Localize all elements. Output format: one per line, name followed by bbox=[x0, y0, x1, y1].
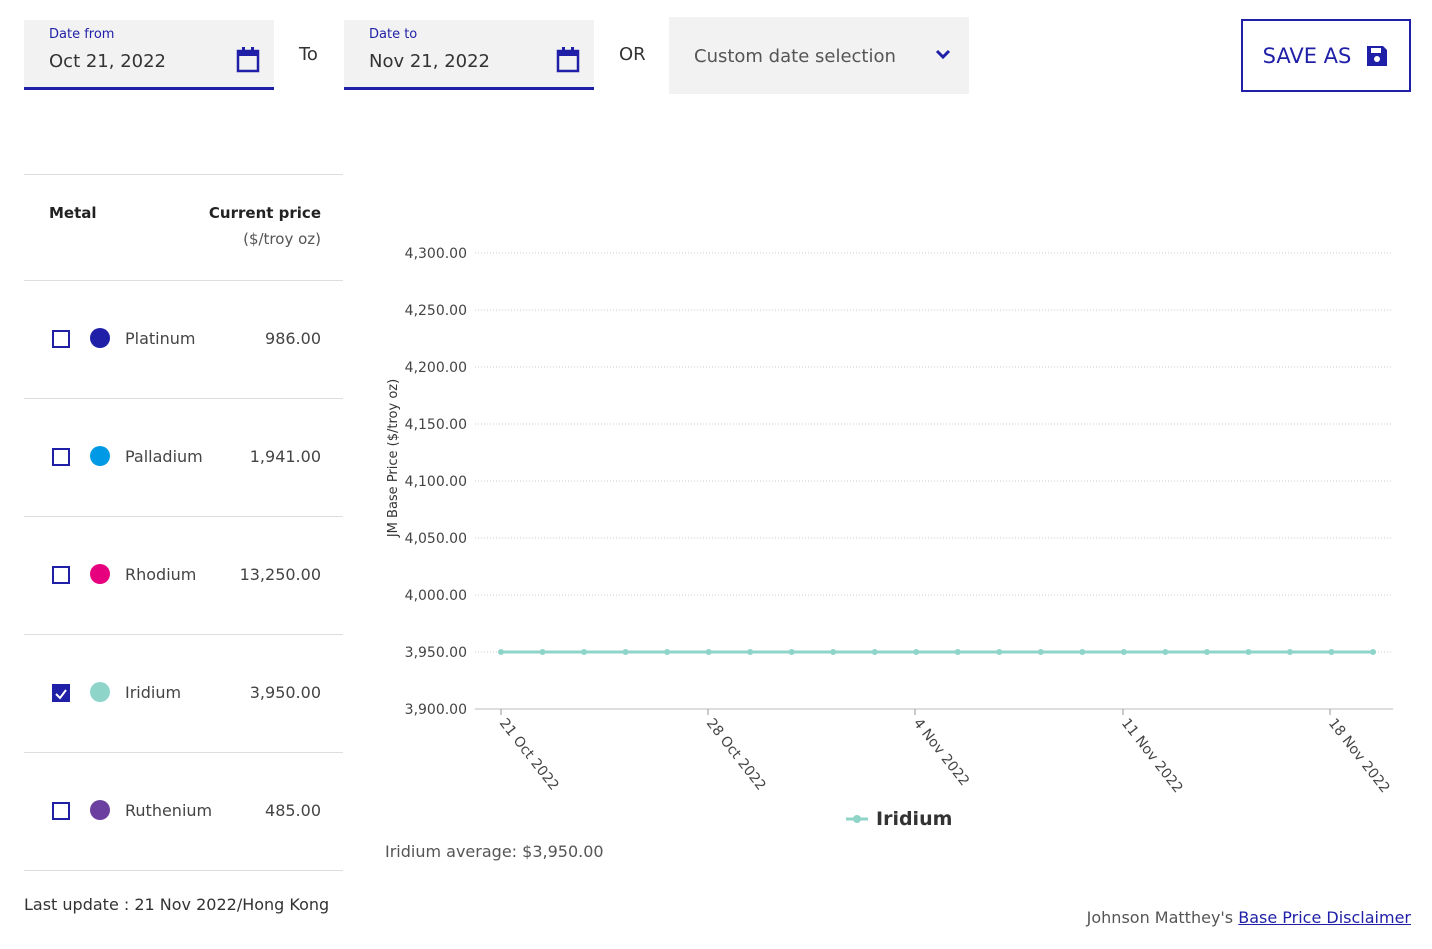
metal-price: 986.00 bbox=[265, 329, 321, 348]
save-icon bbox=[1367, 45, 1388, 66]
metal-name: Platinum bbox=[125, 329, 196, 348]
x-tick-label: 28 Oct 2022 bbox=[703, 716, 769, 794]
metal-name: Rhodium bbox=[125, 565, 197, 584]
price-column-header: Current price ($/troy oz) bbox=[209, 204, 321, 248]
data-point[interactable] bbox=[1162, 649, 1169, 655]
save-as-label: SAVE AS bbox=[1262, 43, 1352, 68]
data-point[interactable] bbox=[622, 649, 629, 655]
metal-color-dot bbox=[90, 564, 110, 584]
chevron-down-icon bbox=[935, 49, 951, 60]
disclaimer-link[interactable]: Base Price Disclaimer bbox=[1238, 908, 1411, 927]
calendar-icon[interactable] bbox=[236, 47, 260, 73]
date-preset-value: Custom date selection bbox=[694, 46, 896, 67]
data-point[interactable] bbox=[664, 649, 671, 655]
metal-name: Palladium bbox=[125, 447, 203, 466]
x-tick-label: 4 Nov 2022 bbox=[910, 716, 972, 789]
x-tick-label: 18 Nov 2022 bbox=[1325, 716, 1393, 797]
legend-marker-icon bbox=[853, 815, 861, 823]
legend-item[interactable]: Iridium bbox=[876, 808, 952, 830]
date-to-value: Nov 21, 2022 bbox=[369, 51, 491, 72]
disclaimer-prefix: Johnson Matthey's bbox=[1086, 908, 1239, 927]
x-tick-label: 11 Nov 2022 bbox=[1118, 716, 1186, 797]
table-row: Platinum 986.00 bbox=[24, 281, 343, 399]
table-row: Rhodium 13,250.00 bbox=[24, 517, 343, 635]
data-point[interactable] bbox=[1203, 649, 1210, 655]
metal-checkbox[interactable] bbox=[52, 448, 70, 466]
to-label: To bbox=[299, 44, 318, 65]
data-point[interactable] bbox=[539, 649, 546, 655]
y-tick-label: 4,200.00 bbox=[405, 360, 467, 376]
price-unit: ($/troy oz) bbox=[243, 230, 321, 248]
metal-price: 1,941.00 bbox=[249, 447, 321, 466]
data-point[interactable] bbox=[1370, 649, 1376, 655]
date-preset-select[interactable]: Custom date selection bbox=[669, 17, 969, 94]
data-point[interactable] bbox=[498, 649, 504, 655]
last-update-text: Last update : 21 Nov 2022/Hong Kong bbox=[24, 895, 330, 914]
date-from-value: Oct 21, 2022 bbox=[49, 51, 166, 72]
check-icon bbox=[55, 689, 67, 700]
y-tick-label: 4,100.00 bbox=[405, 474, 467, 490]
metal-checkbox[interactable] bbox=[52, 330, 70, 348]
data-point[interactable] bbox=[1120, 649, 1127, 655]
table-row: Iridium 3,950.00 bbox=[24, 635, 343, 753]
table-header: Metal Current price ($/troy oz) bbox=[24, 174, 343, 281]
data-point[interactable] bbox=[830, 649, 837, 655]
disclaimer: Johnson Matthey's Base Price Disclaimer bbox=[1087, 908, 1411, 927]
y-tick-label: 4,300.00 bbox=[405, 246, 467, 262]
data-point[interactable] bbox=[788, 649, 795, 655]
or-label: OR bbox=[619, 44, 646, 65]
average-text: Iridium average: $3,950.00 bbox=[385, 842, 604, 861]
metal-price: 485.00 bbox=[265, 801, 321, 820]
x-tick-label: 21 Oct 2022 bbox=[496, 716, 562, 794]
metal-color-dot bbox=[90, 800, 110, 820]
date-to-field[interactable]: Date to Nov 21, 2022 bbox=[344, 20, 594, 90]
data-point[interactable] bbox=[1037, 649, 1044, 655]
data-point[interactable] bbox=[1079, 649, 1086, 655]
y-tick-label: 3,950.00 bbox=[405, 645, 467, 661]
data-point[interactable] bbox=[996, 649, 1003, 655]
date-from-field[interactable]: Date from Oct 21, 2022 bbox=[24, 20, 274, 90]
metal-checkbox[interactable] bbox=[52, 566, 70, 584]
metal-checkbox[interactable] bbox=[52, 802, 70, 820]
metal-color-dot bbox=[90, 446, 110, 466]
metal-price: 3,950.00 bbox=[249, 683, 321, 702]
date-from-label: Date from bbox=[49, 27, 115, 42]
metal-checkbox[interactable] bbox=[52, 684, 70, 702]
y-tick-label: 4,000.00 bbox=[405, 588, 467, 604]
y-tick-label: 3,900.00 bbox=[405, 702, 467, 718]
metal-price: 13,250.00 bbox=[239, 565, 321, 584]
date-to-label: Date to bbox=[369, 27, 418, 42]
metal-color-dot bbox=[90, 328, 110, 348]
y-axis-label: JM Base Price ($/troy oz) bbox=[386, 379, 401, 538]
data-point[interactable] bbox=[1286, 649, 1293, 655]
metal-color-dot bbox=[90, 682, 110, 702]
metal-column-header: Metal bbox=[49, 204, 97, 222]
table-row: Palladium 1,941.00 bbox=[24, 399, 343, 517]
data-point[interactable] bbox=[1245, 649, 1252, 655]
price-header-label: Current price bbox=[208, 204, 321, 222]
data-point[interactable] bbox=[1328, 649, 1335, 655]
metal-name: Ruthenium bbox=[125, 801, 213, 820]
data-point[interactable] bbox=[581, 649, 588, 655]
data-point[interactable] bbox=[747, 649, 754, 655]
data-point[interactable] bbox=[871, 649, 878, 655]
y-tick-label: 4,050.00 bbox=[405, 531, 467, 547]
calendar-icon[interactable] bbox=[556, 47, 580, 73]
metals-table: Metal Current price ($/troy oz) Platinum … bbox=[24, 174, 343, 871]
data-point[interactable] bbox=[705, 649, 712, 655]
metal-name: Iridium bbox=[125, 683, 182, 702]
data-point[interactable] bbox=[954, 649, 961, 655]
price-chart: 4,300.00 4,250.00 4,200.00 4,150.00 4,100.00… bbox=[386, 246, 1393, 830]
y-tick-label: 4,250.00 bbox=[405, 303, 467, 319]
y-tick-label: 4,150.00 bbox=[405, 417, 467, 433]
data-point[interactable] bbox=[913, 649, 920, 655]
save-as-button[interactable]: SAVE AS bbox=[1241, 19, 1411, 92]
table-row: Ruthenium 485.00 bbox=[24, 753, 343, 871]
